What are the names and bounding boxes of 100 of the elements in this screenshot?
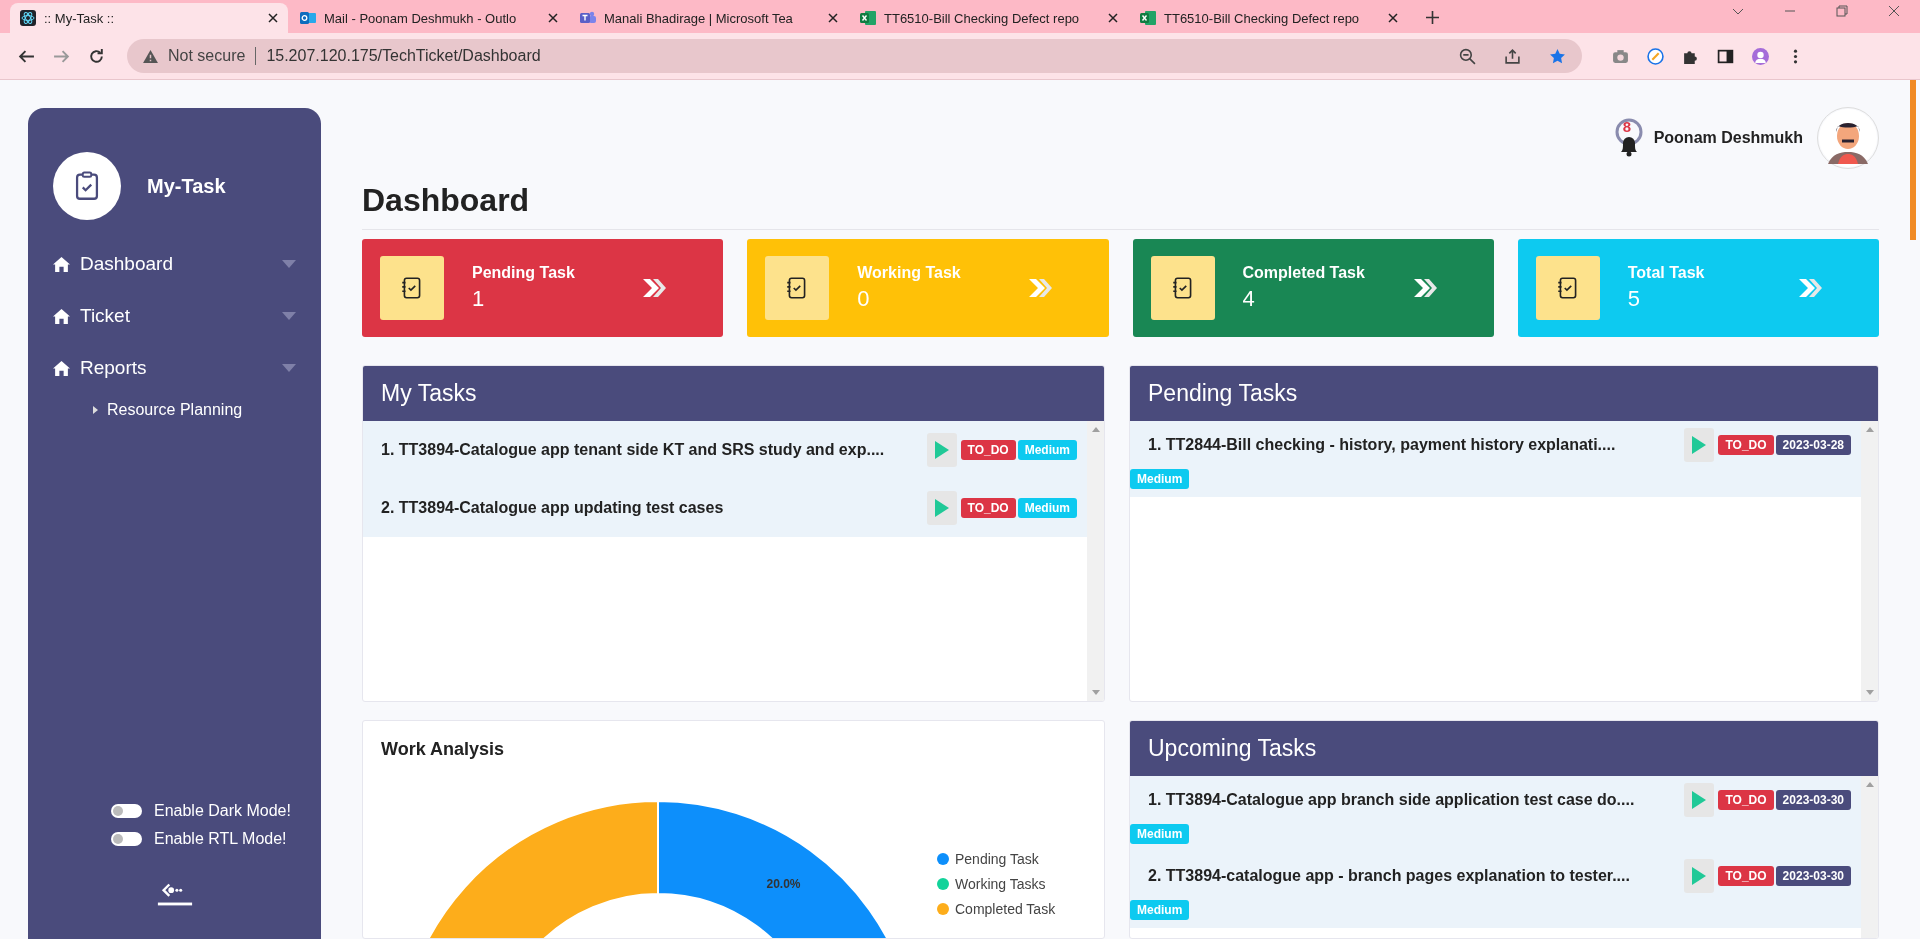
camera-icon[interactable] bbox=[1612, 47, 1629, 65]
warning-icon bbox=[143, 49, 158, 63]
task-title: 2. TT3894-catalogue app - branch pages explanation to tester.... bbox=[1148, 867, 1631, 885]
scrollbar[interactable] bbox=[1861, 421, 1878, 701]
card-label: Pending Task bbox=[472, 264, 576, 282]
date-badge: 2023-03-30 bbox=[1775, 790, 1851, 810]
play-icon bbox=[1692, 867, 1707, 885]
card-value: 1 bbox=[472, 286, 486, 312]
card-value: 5 bbox=[1627, 286, 1641, 312]
atom-icon bbox=[20, 10, 36, 26]
close-icon[interactable] bbox=[828, 13, 838, 23]
panel-title: Upcoming Tasks bbox=[1148, 735, 1317, 762]
panel-title: My Tasks bbox=[381, 380, 477, 407]
scroll-up-icon[interactable] bbox=[1865, 782, 1874, 787]
browser-tab[interactable]: :: My-Task :: bbox=[10, 3, 288, 33]
stat-card[interactable]: Completed Task 4 bbox=[1132, 239, 1494, 337]
notebook-check-icon bbox=[380, 256, 444, 320]
priority-badge: Medium bbox=[1130, 900, 1190, 920]
card-label: Total Task bbox=[1627, 264, 1706, 282]
task-row[interactable]: 1. TT3894-Catalogue app branch side application test case do.... TO_DO 2023-03-30 Medium bbox=[1130, 776, 1861, 852]
task-row[interactable]: 1. TT2844-Bill checking - history, payment history explanati.... TO_DO 2023-03-28 Medium bbox=[1130, 421, 1861, 497]
browser-tab[interactable]: TT6510-Bill Checking Defect repo bbox=[1130, 3, 1408, 33]
panel-title: Pending Tasks bbox=[1148, 380, 1298, 407]
toggle-switch[interactable] bbox=[111, 832, 142, 846]
notification-count: 8 bbox=[1622, 118, 1631, 135]
star-icon[interactable] bbox=[1549, 47, 1566, 65]
task-row[interactable]: 2. TT3894-Catalogue app updating test cases TO_DO Medium bbox=[363, 479, 1087, 537]
legend-item[interactable]: Working Tasks bbox=[937, 876, 1056, 892]
close-icon[interactable] bbox=[1388, 13, 1398, 23]
legend-label: Pending Task bbox=[955, 851, 1039, 867]
chart-title: Work Analysis bbox=[381, 739, 506, 760]
priority-badge: Medium bbox=[1130, 469, 1190, 489]
nav-item[interactable]: Dashboard bbox=[53, 238, 296, 290]
app-name: My-Task bbox=[147, 174, 226, 198]
spreadsheet-icon bbox=[860, 10, 876, 26]
side-panel-icon[interactable] bbox=[1717, 47, 1734, 65]
card-value: 0 bbox=[857, 286, 871, 312]
scrollbar[interactable] bbox=[1087, 421, 1104, 701]
caret-icon bbox=[282, 312, 296, 320]
status-badge: TO_DO bbox=[960, 440, 1016, 460]
play-icon bbox=[1692, 791, 1707, 809]
caret-icon bbox=[282, 364, 296, 372]
restore-icon[interactable] bbox=[1836, 4, 1848, 17]
status-badge: TO_DO bbox=[1718, 866, 1774, 886]
notebook-check-icon bbox=[1150, 256, 1215, 320]
status-badge: TO_DO bbox=[1718, 790, 1774, 810]
caret-icon bbox=[282, 260, 296, 268]
people-icon bbox=[580, 10, 596, 26]
toggle-switch[interactable] bbox=[111, 804, 142, 818]
close-icon[interactable] bbox=[548, 13, 558, 23]
nav-subitem[interactable]: Resource Planning bbox=[93, 394, 296, 426]
legend-item[interactable]: Completed Task bbox=[937, 901, 1056, 917]
close-icon[interactable] bbox=[1108, 13, 1118, 23]
tab-title: Mail - Poonam Deshmukh - Outlo bbox=[324, 10, 518, 26]
priority-badge: Medium bbox=[1017, 498, 1077, 518]
notebook-check-icon bbox=[765, 256, 830, 320]
status-badge: TO_DO bbox=[960, 498, 1016, 518]
double-chevron-icon bbox=[641, 277, 668, 299]
browser-tab[interactable]: Mail - Poonam Deshmukh - Outlo bbox=[290, 3, 568, 33]
browser-tab[interactable]: Manali Bhadirage | Microsoft Tea bbox=[570, 3, 848, 33]
avatar-icon[interactable] bbox=[1817, 107, 1879, 169]
scroll-down-icon[interactable] bbox=[1091, 690, 1100, 695]
profile-avatar-icon[interactable] bbox=[1752, 47, 1769, 65]
nav-item[interactable]: Ticket bbox=[53, 290, 296, 342]
legend-label: Completed Task bbox=[955, 901, 1056, 917]
task-row[interactable]: 2. TT3894-catalogue app - branch pages explanation to tester.... TO_DO 2023-03-30 Medium bbox=[1130, 852, 1861, 928]
task-title: 2. TT3894-Catalogue app updating test cases bbox=[381, 499, 725, 517]
stat-card[interactable]: Pending Task 1 bbox=[362, 239, 724, 337]
scrollbar[interactable] bbox=[1861, 776, 1878, 938]
scroll-down-icon[interactable] bbox=[1865, 690, 1874, 695]
legend-label: Working Tasks bbox=[955, 876, 1046, 892]
extension-icon[interactable] bbox=[1647, 47, 1664, 65]
share-icon[interactable] bbox=[1504, 47, 1521, 65]
scroll-up-icon[interactable] bbox=[1091, 427, 1100, 432]
reload-icon[interactable] bbox=[88, 47, 105, 65]
toggle-label: Enable RTL Mode! bbox=[154, 830, 287, 848]
nav-item[interactable]: Reports bbox=[53, 342, 296, 394]
card-value: 4 bbox=[1242, 286, 1256, 312]
address-bar[interactable]: Not secure 15.207.120.175/TechTicket/Dashboard bbox=[127, 39, 1582, 73]
spreadsheet-icon bbox=[1140, 10, 1156, 26]
task-title: 1. TT2844-Bill checking - history, payment history explanati.... bbox=[1148, 436, 1617, 454]
home-icon bbox=[53, 308, 70, 324]
date-badge: 2023-03-30 bbox=[1775, 866, 1851, 886]
zoom-out-icon[interactable] bbox=[1459, 47, 1476, 65]
task-row[interactable]: 1. TT3894-Catalogue app tenant side KT and SRS study and exp.... TO_DO Medium bbox=[363, 421, 1087, 479]
page-scrollbar[interactable] bbox=[1910, 80, 1916, 240]
card-label: Completed Task bbox=[1242, 264, 1366, 282]
tab-title: :: My-Task :: bbox=[44, 10, 116, 26]
browser-tab[interactable]: TT6510-Bill Checking Defect repo bbox=[850, 3, 1128, 33]
close-icon[interactable] bbox=[268, 13, 278, 23]
collapse-arrow-icon[interactable] bbox=[155, 881, 194, 907]
notebook-check-icon bbox=[1535, 256, 1600, 320]
status-badge: TO_DO bbox=[1718, 435, 1774, 455]
play-icon bbox=[934, 441, 949, 459]
legend-item[interactable]: Pending Task bbox=[937, 851, 1056, 867]
scroll-up-icon[interactable] bbox=[1865, 427, 1874, 432]
home-icon bbox=[53, 256, 70, 272]
new-tab-icon[interactable] bbox=[1426, 11, 1439, 24]
play-icon bbox=[934, 499, 949, 517]
task-title: 1. TT3894-Catalogue app branch side application test case do.... bbox=[1148, 791, 1636, 809]
